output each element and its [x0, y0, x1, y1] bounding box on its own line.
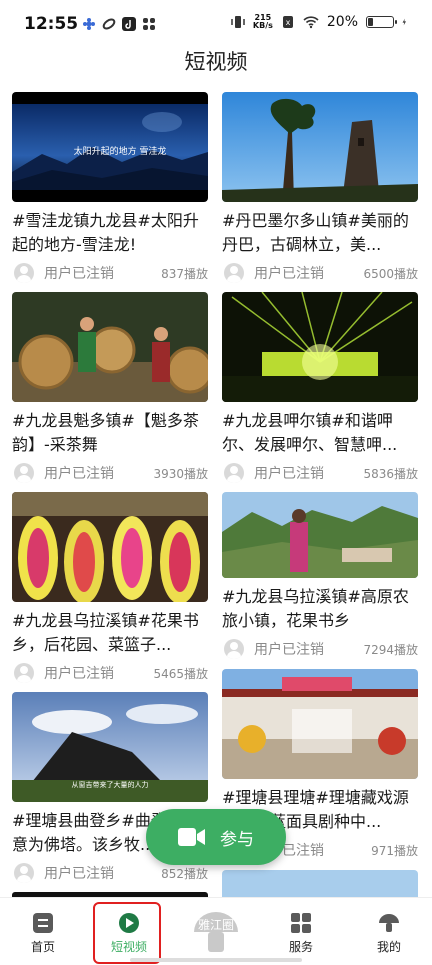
thumbnail-caption: 从窗吉带来了大量的人力 — [71, 781, 149, 789]
tab-label: 首页 — [30, 940, 55, 954]
tree-tower-thumbnail — [222, 92, 418, 202]
tab-services[interactable]: 服务 — [258, 898, 344, 965]
avatar-icon — [14, 463, 34, 483]
net-speed-unit: KB/s — [252, 21, 273, 30]
play-count: 3930播放 — [153, 466, 208, 481]
avatar-icon — [14, 863, 34, 883]
author-name: 用户已注销 — [44, 866, 114, 882]
avatar-icon — [224, 263, 244, 283]
video-meta: 用户已注销 5836播放 — [222, 461, 418, 485]
video-card[interactable]: #九龙县乌拉溪镇#高原农旅小镇，花果书乡 用户已注销 7294播放 — [222, 492, 418, 661]
highlight-box — [93, 902, 161, 964]
svg-text:x: x — [286, 18, 291, 27]
video-thumbnail[interactable]: 太阳升起的地方 雪洼龙 — [12, 92, 208, 202]
tab-yajiang-circle[interactable]: 雅江圈 — [190, 906, 242, 958]
battery-icon — [366, 16, 397, 28]
video-card[interactable]: #丹巴墨尔多山镇#美丽的丹巴，古碉林立，美... 用户已注销 6500播放 — [222, 92, 418, 285]
tiktok-icon — [122, 17, 136, 31]
video-camera-icon — [178, 828, 205, 846]
author-name: 用户已注销 — [44, 466, 114, 482]
video-thumbnail[interactable] — [222, 669, 418, 779]
home-icon — [33, 913, 53, 933]
mushroom-icon — [379, 914, 399, 932]
video-thumbnail[interactable] — [12, 292, 208, 402]
center-tab-label: 雅江圈 — [197, 918, 234, 932]
video-thumbnail[interactable] — [12, 492, 208, 602]
wifi-icon — [303, 16, 319, 29]
valley-town-thumbnail — [222, 492, 418, 578]
video-thumbnail[interactable] — [222, 292, 418, 402]
video-meta: 用户已注销 837播放 — [12, 261, 208, 285]
video-title[interactable]: #雪洼龙镇九龙县#太阳升起的地方-雪洼龙! — [12, 209, 208, 257]
video-title[interactable]: #九龙县呷尔镇#和谐呷尔、发展呷尔、智慧呷... — [222, 409, 418, 457]
sim-icon: x — [282, 16, 293, 28]
tab-mine[interactable]: 我的 — [346, 898, 432, 965]
video-card[interactable]: #九龙县魁多镇#【魁多茶韵】-采茶舞 用户已注销 3930播放 — [12, 292, 208, 485]
video-card[interactable]: #九龙县呷尔镇#和谐呷尔、发展呷尔、智慧呷... 用户已注销 5836播放 — [222, 292, 418, 485]
participate-label: 参与 — [220, 829, 254, 850]
video-title[interactable]: #九龙县乌拉溪镇#高原农旅小镇，花果书乡 — [222, 585, 418, 633]
video-card[interactable]: #九龙县乌拉溪镇#花果书乡，后花园、菜篮子... 用户已注销 5465播放 — [12, 492, 208, 685]
video-meta: 用户已注销 6500播放 — [222, 261, 418, 285]
avatar-icon — [14, 263, 34, 283]
video-title[interactable]: #九龙县乌拉溪镇#花果书乡，后花园、菜篮子... — [12, 609, 208, 657]
tea-dance-thumbnail — [12, 292, 208, 402]
tibetan-opera-thumbnail — [222, 669, 418, 779]
avatar-icon — [14, 663, 34, 683]
video-meta: 用户已注销 3930播放 — [12, 461, 208, 485]
home-indicator — [130, 958, 302, 962]
author-name: 用户已注销 — [44, 266, 114, 282]
embroidered-insoles-thumbnail — [12, 492, 208, 602]
play-count: 5465播放 — [153, 666, 208, 681]
tab-home[interactable]: 首页 — [0, 898, 86, 965]
participate-button[interactable]: 参与 — [146, 809, 286, 865]
concert-thumbnail — [222, 292, 418, 402]
link-icon — [102, 18, 116, 30]
status-bar: 12:55 215 KB/s x 20% — [0, 0, 432, 44]
video-title[interactable]: #丹巴墨尔多山镇#美丽的丹巴，古碉林立，美... — [222, 209, 418, 257]
video-meta: 用户已注销 5465播放 — [12, 661, 208, 685]
play-count: 6500播放 — [363, 266, 418, 281]
play-count: 837播放 — [161, 266, 208, 281]
author-name: 用户已注销 — [254, 642, 324, 658]
video-card-partial[interactable] — [222, 870, 418, 897]
author-name: 用户已注销 — [44, 666, 114, 682]
video-thumbnail[interactable] — [222, 492, 418, 578]
avatar-icon — [224, 639, 244, 659]
author-name: 用户已注销 — [254, 466, 324, 482]
play-count: 7294播放 — [363, 642, 418, 657]
video-title[interactable]: #九龙县魁多镇#【魁多茶韵】-采茶舞 — [12, 409, 208, 457]
video-card[interactable]: 太阳升起的地方 雪洼龙 #雪洼龙镇九龙县#太阳升起的地方-雪洼龙! 用户已注销 … — [12, 92, 208, 285]
battery-percent: 20% — [326, 14, 358, 30]
status-time: 12:55 — [24, 14, 79, 34]
flower-icon — [83, 18, 95, 30]
notification-icons — [82, 17, 156, 31]
grid-icon — [291, 913, 311, 933]
net-speed: 215 KB/s — [253, 14, 273, 30]
tab-label: 我的 — [376, 940, 401, 954]
tab-label: 服务 — [288, 940, 313, 954]
pinwheel-icon — [143, 18, 155, 30]
vibrate-icon — [231, 16, 245, 28]
video-meta: 用户已注销 7294播放 — [222, 637, 418, 661]
bolt-icon — [402, 18, 406, 26]
avatar-icon — [224, 463, 244, 483]
page-title: 短视频 — [184, 50, 248, 74]
play-count: 5836播放 — [363, 466, 418, 481]
video-thumbnail[interactable] — [222, 92, 418, 202]
video-feed[interactable]: 太阳升起的地方 雪洼龙 #雪洼龙镇九龙县#太阳升起的地方-雪洼龙! 用户已注销 … — [0, 92, 432, 897]
thumbnail-caption: 太阳升起的地方 雪洼龙 — [73, 147, 167, 157]
battery-fill — [368, 18, 373, 26]
play-count: 971播放 — [371, 843, 418, 858]
play-count: 852播放 — [161, 866, 208, 881]
author-name: 用户已注销 — [254, 266, 324, 282]
video-thumbnail[interactable]: 从窗吉带来了大量的人力 — [12, 692, 208, 802]
status-right: 215 KB/s x 20% — [231, 14, 410, 30]
